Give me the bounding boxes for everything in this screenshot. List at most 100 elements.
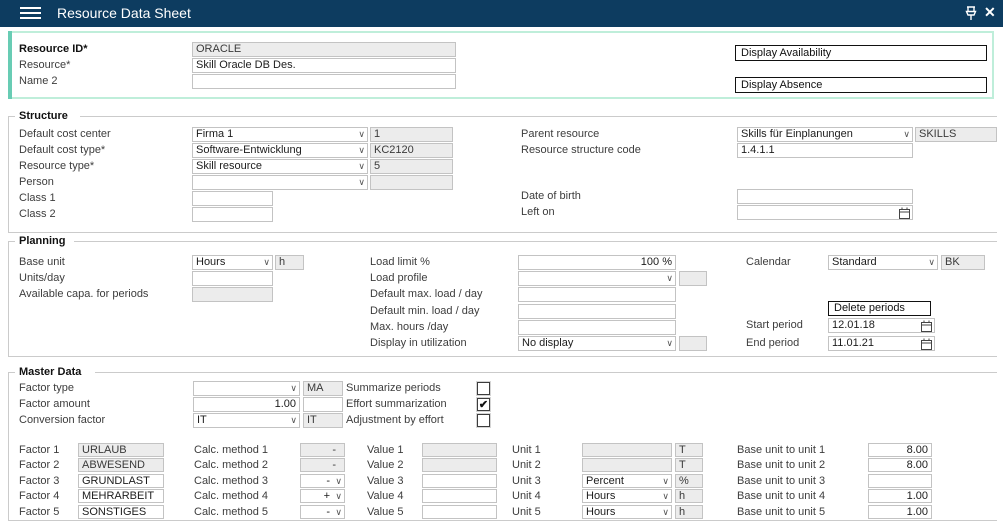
chevron-down-icon: ∨	[662, 490, 669, 503]
unit1-code: T	[675, 443, 703, 457]
chevron-down-icon: ∨	[358, 160, 365, 173]
calc-method4-select[interactable]: +∨	[300, 489, 345, 503]
chevron-down-icon: ∨	[335, 490, 342, 503]
delete-periods-button[interactable]: Delete periods	[828, 301, 931, 316]
name2-field[interactable]	[192, 74, 456, 89]
hamburger-menu-icon[interactable]	[20, 7, 41, 21]
factor1-label: Factor 1	[19, 443, 59, 458]
default-cost-center-select[interactable]: Firma 1∨	[192, 127, 368, 142]
calc-method1-label: Calc. method 1	[194, 443, 268, 458]
load-profile-label: Load profile	[370, 271, 428, 286]
default-cost-type-select[interactable]: Software-Entwicklung∨	[192, 143, 368, 158]
calc-method3-label: Calc. method 3	[194, 474, 268, 489]
pin-icon[interactable]	[963, 5, 979, 22]
calc-method3-value: -	[326, 475, 330, 487]
factor5-label: Factor 5	[19, 505, 59, 520]
calc-method5-value: -	[326, 506, 330, 518]
chevron-down-icon: ∨	[928, 256, 935, 269]
display-util-select[interactable]: No display∨	[518, 336, 676, 351]
conversion-factor-label: Conversion factor	[19, 413, 105, 428]
unit5-select[interactable]: Hours∨	[582, 505, 672, 519]
person-select[interactable]: ∨	[192, 175, 368, 190]
value1-label: Value 1	[367, 443, 404, 458]
chevron-down-icon: ∨	[358, 144, 365, 157]
unit4-select[interactable]: Hours∨	[582, 489, 672, 503]
unit3-select[interactable]: Percent∨	[582, 474, 672, 488]
resource-data-sheet-window: Resource Data Sheet ✕ Resource ID* Resou…	[0, 0, 1003, 524]
person-code	[370, 175, 453, 190]
chevron-down-icon: ∨	[290, 414, 297, 427]
units-day-label: Units/day	[19, 271, 65, 286]
structure-code-field[interactable]: 1.4.1.1	[737, 143, 913, 158]
value4-field[interactable]	[422, 489, 497, 503]
base-unit-value: Hours	[196, 256, 225, 268]
factor-type-select[interactable]: ∨	[193, 381, 300, 396]
load-profile-select[interactable]: ∨	[518, 271, 676, 286]
summarize-periods-checkbox[interactable]	[477, 382, 490, 395]
base-unit-select[interactable]: Hours∨	[192, 255, 273, 270]
calc-method1-field: -	[300, 443, 345, 457]
calc-method5-select[interactable]: -∨	[300, 505, 345, 519]
calendar-icon[interactable]	[899, 207, 910, 220]
load-limit-field[interactable]: 100 %	[518, 255, 676, 270]
unit5-label: Unit 5	[512, 505, 541, 520]
calendar-icon[interactable]	[921, 320, 932, 333]
left-on-field[interactable]	[737, 205, 913, 220]
unit2-label: Unit 2	[512, 458, 541, 473]
default-cost-center-value: Firma 1	[196, 128, 233, 140]
factor5-field[interactable]: SONSTIGES	[78, 505, 164, 519]
resource-name-field[interactable]: Skill Oracle DB Des.	[192, 58, 456, 73]
close-icon[interactable]: ✕	[984, 4, 996, 21]
display-absence-button[interactable]: Display Absence	[735, 77, 987, 93]
value5-field[interactable]	[422, 505, 497, 519]
person-label: Person	[19, 175, 54, 190]
chevron-down-icon: ∨	[290, 382, 297, 395]
structure-border-left	[8, 116, 9, 232]
chevron-down-icon: ∨	[666, 337, 673, 350]
name2-label: Name 2	[19, 74, 58, 89]
planning-border-top-a	[8, 241, 15, 242]
factor4-field[interactable]: MEHRARBEIT	[78, 489, 164, 503]
calendar-icon[interactable]	[921, 338, 932, 351]
base-unit-to-unit1-field[interactable]: 8.00	[868, 443, 932, 457]
structure-code-label: Resource structure code	[521, 143, 641, 158]
base-unit-to-unit4-field[interactable]: 1.00	[868, 489, 932, 503]
start-period-field[interactable]: 12.01.18	[828, 318, 935, 333]
master-section-title: Master Data	[19, 366, 81, 379]
adjustment-by-effort-checkbox[interactable]	[477, 414, 490, 427]
effort-summarization-checkbox[interactable]: ✔	[477, 398, 490, 411]
class1-field[interactable]	[192, 191, 273, 206]
parent-resource-select[interactable]: Skills für Einplanungen∨	[737, 127, 913, 142]
resource-type-select[interactable]: Skill resource∨	[192, 159, 368, 174]
calc-method4-value: +	[324, 490, 330, 502]
base-unit-to-unit2-field[interactable]: 8.00	[868, 458, 932, 472]
value1-field	[422, 443, 497, 457]
units-day-field[interactable]	[192, 271, 273, 286]
default-max-field[interactable]	[518, 287, 676, 302]
calc-method4-label: Calc. method 4	[194, 489, 268, 504]
end-period-field[interactable]: 11.01.21	[828, 336, 935, 351]
unit1-select	[582, 443, 672, 457]
max-hours-field[interactable]	[518, 320, 676, 335]
calc-method3-select[interactable]: -∨	[300, 474, 345, 488]
end-period-value: 11.01.21	[832, 337, 874, 349]
date-of-birth-field[interactable]	[737, 189, 913, 204]
base-unit-to-unit3-field[interactable]	[868, 474, 932, 488]
base-unit-label: Base unit	[19, 255, 65, 270]
planning-border-bottom	[8, 356, 997, 357]
value3-field[interactable]	[422, 474, 497, 488]
base-unit-to-unit4-label: Base unit to unit 4	[737, 489, 825, 504]
default-min-field[interactable]	[518, 304, 676, 319]
date-of-birth-label: Date of birth	[521, 189, 581, 204]
factor3-field[interactable]: GRUNDLAST	[78, 474, 164, 488]
value5-label: Value 5	[367, 505, 404, 520]
display-availability-button[interactable]: Display Availability	[735, 45, 987, 61]
master-border-top-b	[95, 372, 997, 373]
base-unit-to-unit5-field[interactable]: 1.00	[868, 505, 932, 519]
factor-amount-field[interactable]: 1.00	[193, 397, 300, 412]
class2-field[interactable]	[192, 207, 273, 222]
conversion-factor-select[interactable]: IT∨	[193, 413, 300, 428]
conversion-factor-code: IT	[303, 413, 343, 428]
default-max-label: Default max. load / day	[370, 287, 483, 302]
calendar-select[interactable]: Standard∨	[828, 255, 938, 270]
